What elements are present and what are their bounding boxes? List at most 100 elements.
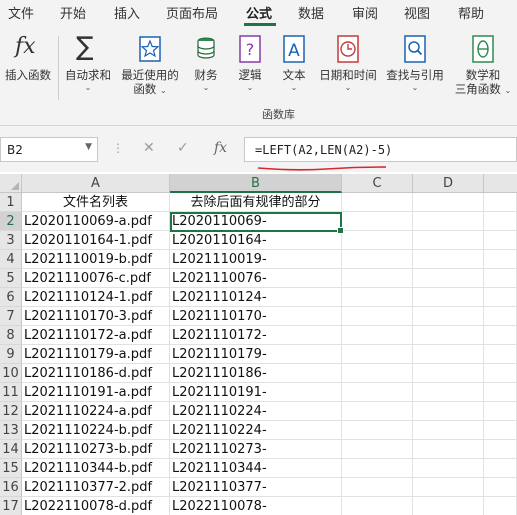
table-cell-b[interactable]: L2020110164- [170, 231, 342, 250]
row-header[interactable]: 15 [0, 459, 22, 478]
table-cell-c[interactable] [342, 307, 413, 326]
table-cell-e[interactable] [484, 269, 517, 288]
tab-file[interactable]: 文件 [8, 3, 34, 22]
header-cell-d[interactable] [413, 193, 484, 212]
header-cell-c[interactable] [342, 193, 413, 212]
table-cell-a[interactable]: L2021110191-a.pdf [22, 383, 170, 402]
table-cell-c[interactable] [342, 231, 413, 250]
table-cell-e[interactable] [484, 307, 517, 326]
table-cell-c[interactable] [342, 326, 413, 345]
math-trig-button[interactable]: 数学和 三角函数 ⌄ [452, 26, 514, 104]
table-cell-c[interactable] [342, 478, 413, 497]
table-cell-c[interactable] [342, 212, 413, 231]
tab-data[interactable]: 数据 [298, 3, 324, 22]
table-cell-b[interactable]: L2021110172- [170, 326, 342, 345]
table-cell-b[interactable]: L2022110078- [170, 497, 342, 515]
autosum-button[interactable]: ∑ 自动求和 ⌄ [60, 26, 116, 104]
header-cell-b[interactable]: 去除后面有规律的部分 [170, 193, 342, 212]
table-cell-c[interactable] [342, 402, 413, 421]
table-cell-e[interactable] [484, 440, 517, 459]
table-cell-a[interactable]: L2021110076-c.pdf [22, 269, 170, 288]
table-cell-c[interactable] [342, 288, 413, 307]
tab-insert[interactable]: 插入 [114, 3, 140, 22]
row-header[interactable]: 6 [0, 288, 22, 307]
table-cell-d[interactable] [413, 421, 484, 440]
header-cell-a[interactable]: 文件名列表 [22, 193, 170, 212]
table-cell-c[interactable] [342, 345, 413, 364]
column-header-c[interactable]: C [342, 174, 413, 193]
table-cell-d[interactable] [413, 212, 484, 231]
table-cell-b[interactable]: L2021110377- [170, 478, 342, 497]
table-cell-b[interactable]: L2020110069- [170, 212, 342, 231]
row-header[interactable]: 5 [0, 269, 22, 288]
row-header[interactable]: 14 [0, 440, 22, 459]
row-header[interactable]: 11 [0, 383, 22, 402]
table-cell-e[interactable] [484, 212, 517, 231]
table-cell-e[interactable] [484, 231, 517, 250]
row-header[interactable]: 7 [0, 307, 22, 326]
insert-function-button[interactable]: fx 插入函数 [0, 26, 56, 104]
table-cell-a[interactable]: L2022110078-d.pdf [22, 497, 170, 515]
table-cell-c[interactable] [342, 421, 413, 440]
table-cell-d[interactable] [413, 231, 484, 250]
table-cell-a[interactable]: L2021110377-2.pdf [22, 478, 170, 497]
table-cell-c[interactable] [342, 250, 413, 269]
table-cell-c[interactable] [342, 497, 413, 515]
table-cell-b[interactable]: L2021110076- [170, 269, 342, 288]
table-cell-c[interactable] [342, 459, 413, 478]
table-cell-b[interactable]: L2021110273- [170, 440, 342, 459]
table-cell-e[interactable] [484, 402, 517, 421]
table-cell-e[interactable] [484, 383, 517, 402]
table-cell-b[interactable]: L2021110191- [170, 383, 342, 402]
row-header[interactable]: 8 [0, 326, 22, 345]
table-cell-b[interactable]: L2021110186- [170, 364, 342, 383]
table-cell-a[interactable]: L2020110069-a.pdf [22, 212, 170, 231]
tab-formulas[interactable]: 公式 [246, 3, 272, 22]
table-cell-d[interactable] [413, 440, 484, 459]
table-cell-a[interactable]: L2021110172-a.pdf [22, 326, 170, 345]
drag-handle-icon[interactable]: ⋮ [112, 141, 124, 155]
table-cell-d[interactable] [413, 383, 484, 402]
table-cell-a[interactable]: L2021110170-3.pdf [22, 307, 170, 326]
column-header-a[interactable]: A [22, 174, 170, 193]
tab-review[interactable]: 审阅 [352, 3, 378, 22]
table-cell-b[interactable]: L2021110170- [170, 307, 342, 326]
table-cell-a[interactable]: L2021110179-a.pdf [22, 345, 170, 364]
table-cell-e[interactable] [484, 326, 517, 345]
table-cell-a[interactable]: L2021110344-b.pdf [22, 459, 170, 478]
chevron-down-icon[interactable]: ▼ [85, 142, 92, 152]
table-cell-d[interactable] [413, 345, 484, 364]
table-cell-d[interactable] [413, 269, 484, 288]
column-header-d[interactable]: D [413, 174, 484, 193]
table-cell-e[interactable] [484, 478, 517, 497]
table-cell-a[interactable]: L2020110164-1.pdf [22, 231, 170, 250]
insert-function-icon[interactable]: fx [214, 140, 227, 156]
row-header[interactable]: 2 [0, 212, 22, 231]
table-cell-e[interactable] [484, 345, 517, 364]
table-cell-b[interactable]: L2021110179- [170, 345, 342, 364]
tab-page-layout[interactable]: 页面布局 [166, 3, 218, 22]
column-header-e[interactable] [484, 174, 517, 193]
date-time-button[interactable]: 日期和时间 ⌄ [316, 26, 380, 104]
table-cell-e[interactable] [484, 421, 517, 440]
table-cell-e[interactable] [484, 250, 517, 269]
table-cell-a[interactable]: L2021110224-a.pdf [22, 402, 170, 421]
table-cell-d[interactable] [413, 364, 484, 383]
enter-icon[interactable]: ✓ [177, 140, 189, 156]
table-cell-a[interactable]: L2021110273-b.pdf [22, 440, 170, 459]
table-cell-d[interactable] [413, 459, 484, 478]
table-cell-c[interactable] [342, 269, 413, 288]
formula-input[interactable]: =LEFT(A2,LEN(A2)-5) [244, 137, 517, 162]
table-cell-e[interactable] [484, 497, 517, 515]
name-box[interactable]: B2 ▼ [0, 137, 98, 162]
row-header[interactable]: 16 [0, 478, 22, 497]
table-cell-d[interactable] [413, 478, 484, 497]
financial-button[interactable]: 财务 ⌄ [186, 26, 226, 104]
row-header[interactable]: 10 [0, 364, 22, 383]
table-cell-c[interactable] [342, 440, 413, 459]
table-cell-e[interactable] [484, 288, 517, 307]
tab-view[interactable]: 视图 [404, 3, 430, 22]
row-header[interactable]: 4 [0, 250, 22, 269]
table-cell-b[interactable]: L2021110224- [170, 421, 342, 440]
table-cell-c[interactable] [342, 364, 413, 383]
